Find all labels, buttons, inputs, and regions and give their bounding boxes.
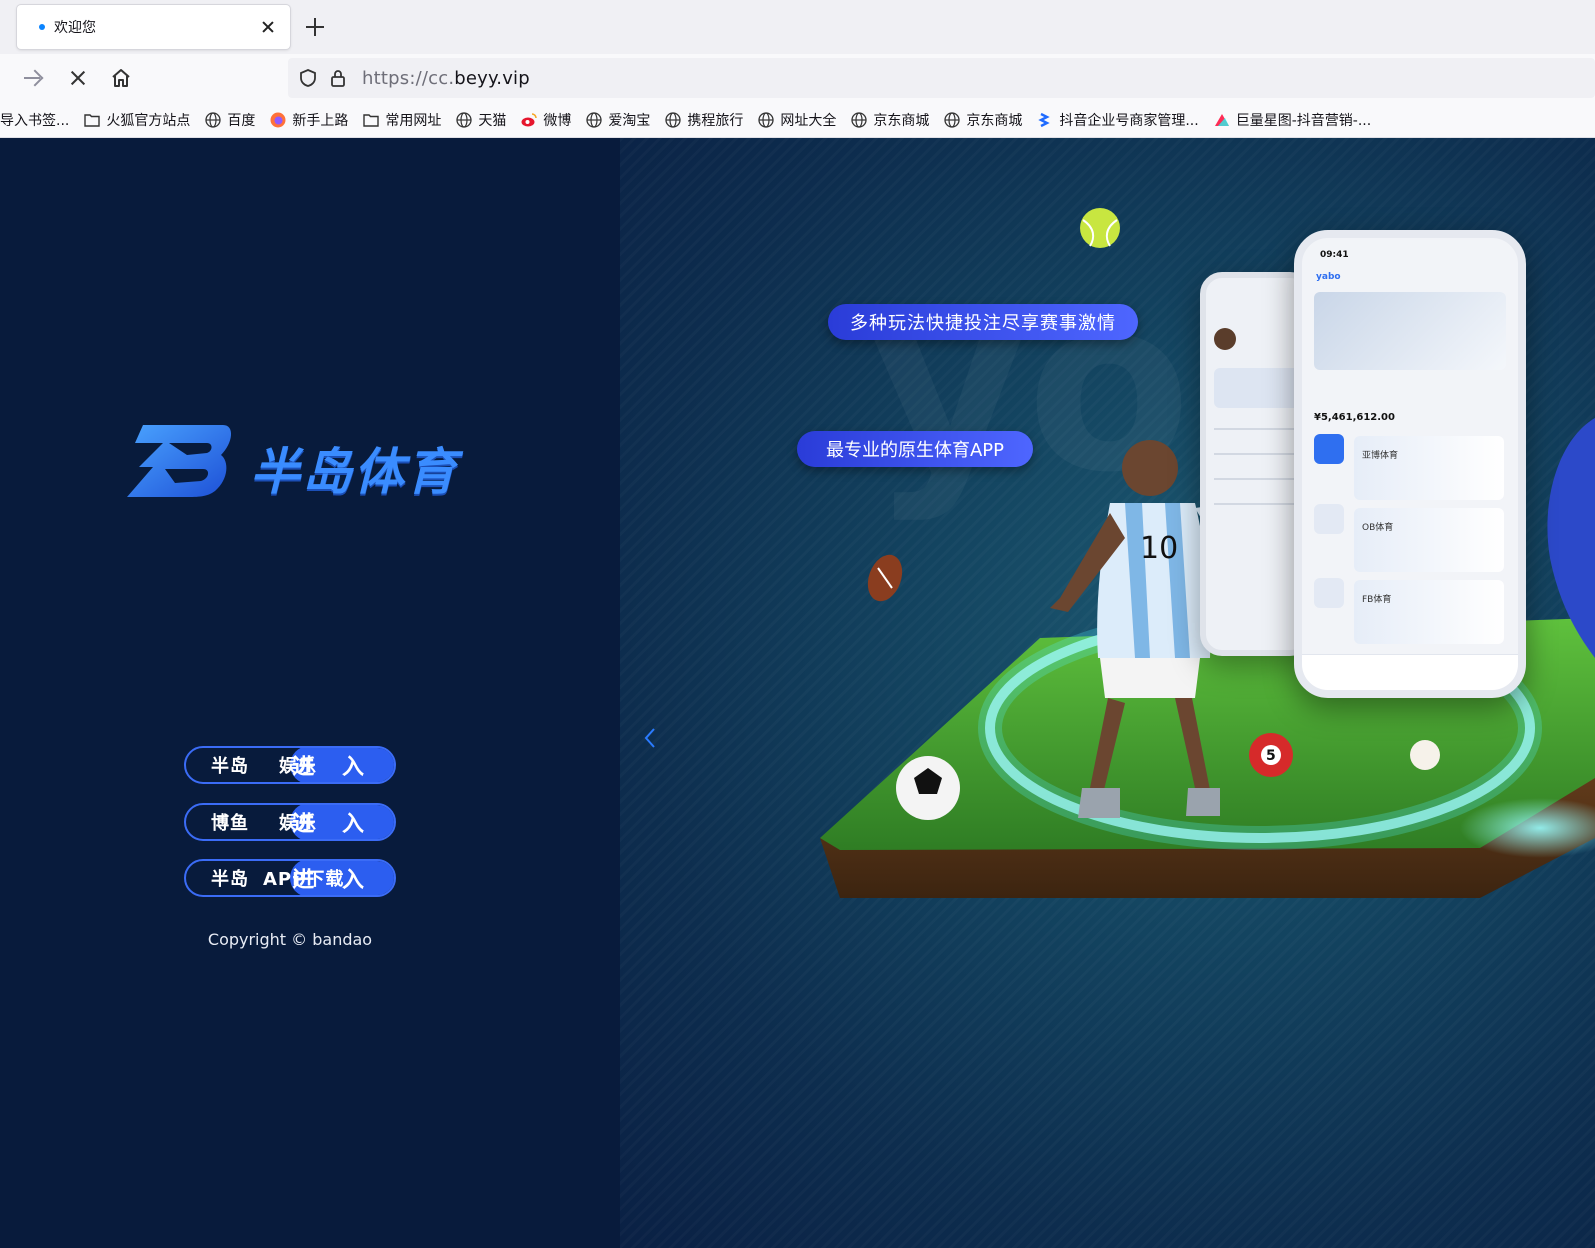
close-tab-icon[interactable]: [260, 19, 276, 35]
button-sub-label: APP下载: [263, 869, 345, 890]
bookmark-item[interactable]: 导入书签...: [0, 110, 69, 130]
chess-tab-icon: [1314, 504, 1344, 534]
bookmark-item[interactable]: 新手上路: [269, 110, 348, 130]
bookmark-item[interactable]: 爱淘宝: [585, 110, 650, 130]
nav-bar: https://cc.beyy.vip: [0, 54, 1595, 102]
tab-title: 欢迎您: [54, 20, 96, 36]
divider: [1214, 428, 1304, 430]
bookmark-item[interactable]: 百度: [204, 110, 255, 130]
phone-front-mockup: 09:41 yabo ¥5,461,612.00 亚博体育 OB体育 FB体育: [1294, 230, 1526, 698]
bookmark-label: 新手上路: [292, 112, 349, 129]
bookmark-item[interactable]: 携程旅行: [664, 110, 743, 130]
divider: [1214, 503, 1304, 505]
weibo-icon: [521, 112, 538, 126]
phone-time: 09:41: [1320, 250, 1349, 260]
url-text: https://cc.beyy.vip: [362, 67, 530, 89]
bandao-logo-icon: [127, 425, 232, 497]
divider: [1214, 453, 1304, 455]
loading-dot-icon: [39, 24, 45, 30]
bandao-app-download-button[interactable]: 半岛 APP下载 进 入: [184, 859, 396, 897]
left-panel: 半岛体育 半岛 娱乐 进 入 博鱼 娱乐 进 入 半岛 APP下载 进 入 Copyr…: [0, 138, 620, 1248]
svg-text:10: 10: [1140, 531, 1178, 566]
bookmarks-bar: 导入书签... 火狐官方站点 百度 新手上路 常用网址 天猫 微博 爱淘宝 携程旅行 网址大全 京东…: [0, 102, 1595, 138]
bookmark-label: 导入书签...: [0, 112, 70, 129]
promo-banner-bottom: 最专业的原生体育APP: [797, 431, 1033, 467]
new-tab-icon[interactable]: [303, 15, 327, 39]
folder-icon: [84, 113, 101, 127]
bookmark-label: 京东商城: [966, 112, 1023, 129]
bookmark-label: 网址大全: [780, 112, 837, 129]
bookmark-item[interactable]: 京东商城: [850, 110, 929, 130]
button-sub-label: 娱乐: [279, 756, 317, 777]
lottery-tab-icon: [1314, 578, 1344, 608]
bookmark-label: 百度: [227, 112, 256, 129]
globe-icon: [665, 111, 682, 128]
button-label: 博鱼: [211, 813, 249, 834]
phone-card: 亚博体育: [1354, 436, 1504, 500]
brand-name: 半岛体育: [250, 443, 458, 501]
avatar: [1214, 328, 1236, 350]
tracking-shield-icon[interactable]: [298, 68, 318, 88]
bookmark-label: 携程旅行: [687, 112, 744, 129]
bookmark-item[interactable]: 微博: [520, 110, 571, 130]
divider: [1214, 478, 1304, 480]
boyu-entertainment-button[interactable]: 博鱼 娱乐 进 入: [184, 803, 396, 841]
button-label: 半岛: [211, 756, 249, 777]
phone-balance: ¥5,461,612.00: [1314, 412, 1395, 423]
bookmark-item[interactable]: 常用网址: [362, 110, 441, 130]
bookmark-item[interactable]: 抖音企业号商家管理...: [1036, 110, 1199, 130]
bookmark-label: 火狐官方站点: [106, 112, 191, 129]
copyright-text: Copyright © bandao: [207, 930, 373, 949]
phone-tabbar: [1302, 654, 1518, 690]
vip-card: [1214, 368, 1304, 408]
carousel-prev-icon[interactable]: [642, 726, 658, 750]
svg-text:5: 5: [1266, 748, 1276, 764]
lock-icon[interactable]: [328, 68, 348, 88]
bandao-entertainment-button[interactable]: 半岛 娱乐 进 入: [184, 746, 396, 784]
page-content: 半岛体育 半岛 娱乐 进 入 博鱼 娱乐 进 入 半岛 APP下载 进 入 Copyr…: [0, 138, 1595, 1248]
bookmark-item[interactable]: 天猫: [455, 110, 506, 130]
globe-icon: [851, 111, 868, 128]
phone-brand: yabo: [1316, 272, 1341, 282]
globe-icon: [758, 111, 775, 128]
tab-strip: 欢迎您: [0, 0, 1595, 54]
globe-icon: [456, 111, 473, 128]
bookmark-label: 京东商城: [873, 112, 930, 129]
promo-banner-top: 多种玩法快捷投注尽享赛事激情: [828, 304, 1138, 340]
phone-card: OB体育: [1354, 508, 1504, 572]
globe-icon: [944, 111, 961, 128]
bookmark-label: 抖音企业号商家管理...: [1059, 112, 1199, 129]
bookmark-item[interactable]: 网址大全: [757, 110, 836, 130]
sports-tab-icon: [1314, 434, 1344, 464]
stop-loading-icon[interactable]: [66, 66, 90, 90]
button-sub-label: 娱乐: [279, 813, 317, 834]
xingtu-icon: [1214, 113, 1229, 126]
firefox-icon: [270, 112, 286, 127]
globe-icon: [586, 111, 603, 128]
bookmark-label: 爱淘宝: [608, 112, 651, 129]
folder-icon: [363, 113, 380, 127]
globe-icon: [205, 111, 222, 128]
phone-banner: [1314, 292, 1506, 370]
phone-card: FB体育: [1354, 580, 1504, 644]
address-bar[interactable]: https://cc.beyy.vip: [288, 58, 1595, 98]
button-label: 半岛: [211, 869, 249, 890]
browser-tab[interactable]: 欢迎您: [17, 5, 290, 49]
bookmark-label: 常用网址: [385, 112, 442, 129]
home-icon[interactable]: [109, 66, 133, 90]
forward-icon[interactable]: [20, 66, 44, 90]
bookmark-item[interactable]: 京东商城: [943, 110, 1022, 130]
douyin-icon: [1038, 112, 1051, 127]
bookmark-label: 巨量星图-抖音营销-...: [1235, 112, 1372, 129]
promo-carousel: yo 10: [620, 138, 1595, 1248]
bookmark-label: 天猫: [478, 112, 507, 129]
bookmark-label: 微博: [543, 112, 572, 129]
bookmark-item[interactable]: 火狐官方站点: [83, 110, 190, 130]
bookmark-item[interactable]: 巨量星图-抖音营销-...: [1213, 110, 1371, 130]
